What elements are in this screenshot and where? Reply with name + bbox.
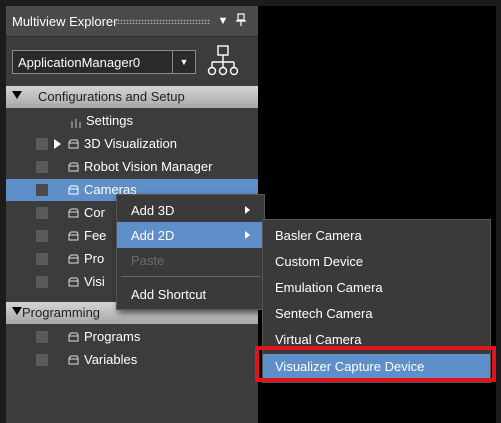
expand-triangle-icon[interactable] bbox=[12, 307, 22, 315]
settings-icon bbox=[70, 116, 82, 128]
folder-icon bbox=[68, 162, 79, 172]
folder-icon bbox=[68, 185, 79, 195]
checkbox[interactable] bbox=[36, 207, 48, 219]
application-manager-select[interactable]: ApplicationManager0 ▼ bbox=[12, 50, 196, 74]
tree-item-3d-visualization[interactable]: 3D Visualization bbox=[6, 133, 258, 155]
checkbox[interactable] bbox=[36, 184, 48, 196]
tree-item-label: Variables bbox=[84, 352, 138, 367]
checkbox[interactable] bbox=[36, 276, 48, 288]
tree-item-label: Visi bbox=[84, 274, 105, 289]
collapse-icon[interactable]: ▼ bbox=[216, 13, 230, 29]
folder-icon bbox=[68, 139, 79, 149]
menu-item-label: Basler Camera bbox=[275, 228, 362, 243]
select-value: ApplicationManager0 bbox=[18, 55, 141, 70]
section-label: Configurations and Setup bbox=[38, 89, 185, 104]
folder-icon bbox=[68, 208, 79, 218]
checkbox[interactable] bbox=[36, 230, 48, 242]
menu-item-label: Custom Device bbox=[275, 254, 364, 269]
tree-item-label: Robot Vision Manager bbox=[84, 159, 213, 174]
submenu-arrow-icon bbox=[245, 231, 250, 239]
menu-item-label: Virtual Camera bbox=[275, 332, 362, 347]
menu-item-label: Sentech Camera bbox=[275, 306, 373, 321]
folder-icon bbox=[68, 254, 79, 264]
menu-item-add-3d[interactable]: Add 3D bbox=[117, 197, 264, 223]
menu-separator bbox=[121, 276, 261, 277]
pin-icon[interactable] bbox=[234, 13, 248, 29]
menu-item-custom-device[interactable]: Custom Device bbox=[263, 249, 490, 274]
tree-item-label: Settings bbox=[86, 113, 133, 128]
checkbox[interactable] bbox=[36, 331, 48, 343]
tree-item-settings[interactable]: Settings bbox=[6, 110, 258, 132]
checkbox[interactable] bbox=[36, 253, 48, 265]
panel-title: Multiview Explorer bbox=[12, 14, 118, 29]
menu-item-add-2d[interactable]: Add 2D bbox=[117, 222, 264, 248]
menu-item-add-shortcut[interactable]: Add Shortcut bbox=[117, 281, 264, 307]
menu-item-sentech-camera[interactable]: Sentech Camera bbox=[263, 301, 490, 326]
checkbox[interactable] bbox=[36, 138, 48, 150]
folder-icon bbox=[68, 355, 79, 365]
folder-icon bbox=[68, 277, 79, 287]
menu-item-label: Emulation Camera bbox=[275, 280, 383, 295]
tree-item-variables[interactable]: Variables bbox=[6, 349, 258, 371]
menu-item-label: Add 3D bbox=[131, 203, 175, 218]
tree-item-label: 3D Visualization bbox=[84, 136, 177, 151]
checkbox[interactable] bbox=[36, 354, 48, 366]
tree-item-label: Programs bbox=[84, 329, 141, 344]
folder-icon bbox=[68, 231, 79, 241]
hierarchy-icon[interactable] bbox=[206, 44, 240, 78]
chevron-down-icon[interactable]: ▼ bbox=[172, 51, 195, 73]
expand-arrow-icon[interactable] bbox=[54, 139, 61, 149]
context-menu: Add 3D Add 2D Paste Add Shortcut bbox=[116, 194, 265, 310]
expand-triangle-icon[interactable] bbox=[12, 91, 22, 99]
menu-item-paste[interactable]: Paste bbox=[117, 247, 264, 273]
menu-item-label: Paste bbox=[131, 253, 165, 268]
menu-item-emulation-camera[interactable]: Emulation Camera bbox=[263, 275, 490, 300]
menu-item-label: Add Shortcut bbox=[131, 287, 207, 302]
panel-titlebar: Multiview Explorer ▼ bbox=[6, 6, 258, 37]
tree-item-robot-vision-manager[interactable]: Robot Vision Manager bbox=[6, 156, 258, 178]
submenu-arrow-icon bbox=[245, 206, 250, 214]
folder-icon bbox=[68, 332, 79, 342]
checkbox[interactable] bbox=[36, 161, 48, 173]
menu-item-basler-camera[interactable]: Basler Camera bbox=[263, 223, 490, 248]
highlight-box bbox=[255, 346, 496, 382]
tree-item-label: Fee bbox=[84, 228, 107, 243]
tree-section-configurations[interactable]: Configurations and Setup bbox=[6, 86, 258, 108]
tree-item-programs[interactable]: Programs bbox=[6, 326, 258, 348]
section-label: Programming bbox=[22, 305, 101, 320]
drag-grip[interactable] bbox=[114, 19, 210, 24]
menu-item-label: Add 2D bbox=[131, 228, 175, 243]
tree-item-label: Pro bbox=[84, 251, 105, 266]
tree-item-label: Cor bbox=[84, 205, 105, 220]
